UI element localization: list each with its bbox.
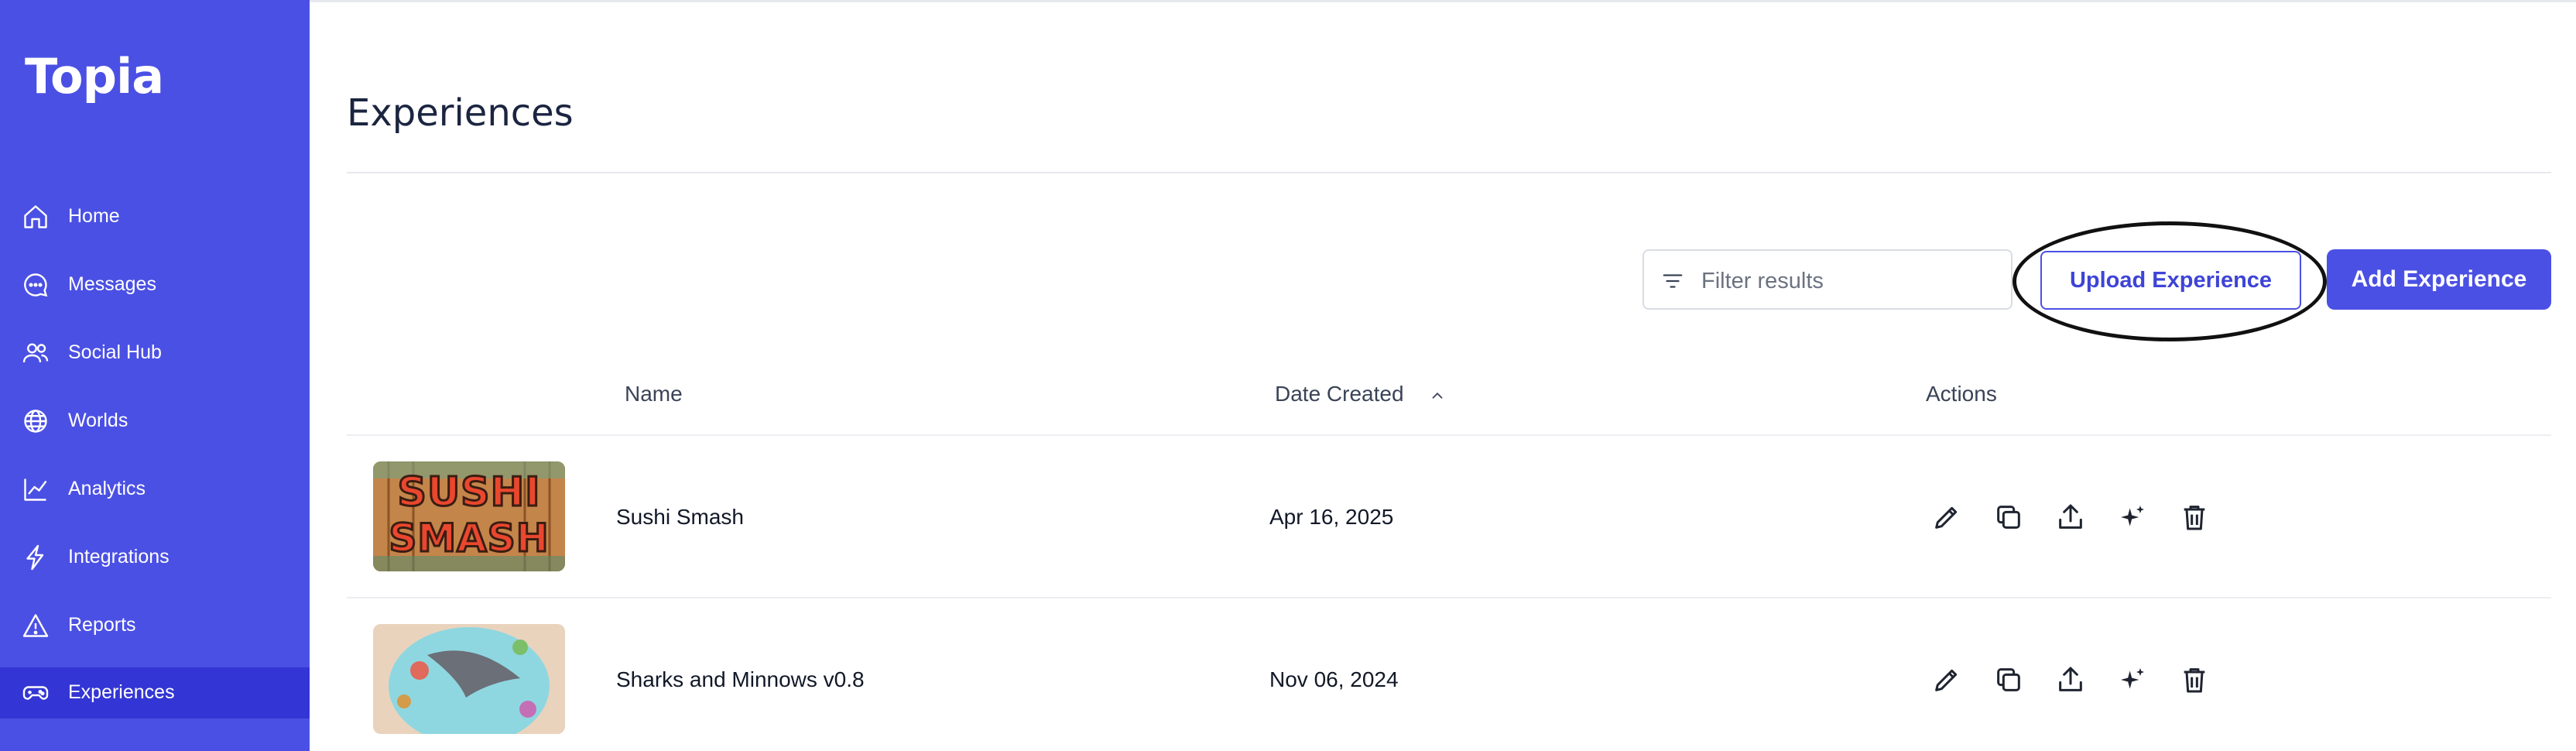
duplicate-icon — [1997, 506, 2020, 529]
upload-experience-button[interactable]: Upload Experience — [2040, 251, 2301, 310]
sidebar-item-experiences[interactable]: Experiences — [0, 667, 310, 718]
share-button[interactable] — [2055, 502, 2086, 533]
divider — [347, 172, 2551, 173]
sidebar-item-social-hub[interactable]: Social Hub — [0, 327, 310, 379]
share-icon — [2059, 504, 2082, 529]
sidebar-item-label: Home — [68, 205, 120, 227]
filter-field[interactable] — [1643, 249, 2012, 310]
sidebar-item-label: Worlds — [68, 410, 128, 431]
sparkles-icon — [2121, 668, 2144, 689]
sidebar-item-messages[interactable]: Messages — [0, 259, 310, 310]
experience-thumbnail[interactable] — [373, 624, 565, 734]
duplicate-button[interactable] — [1993, 502, 2024, 533]
divider — [347, 597, 2551, 598]
share-button[interactable] — [2055, 664, 2086, 695]
sidebar-item-analytics[interactable]: Analytics — [0, 464, 310, 515]
experience-date: Apr 16, 2025 — [1269, 505, 1394, 529]
chevron-up-icon[interactable] — [1429, 387, 1446, 404]
warning-icon — [22, 614, 49, 637]
sidebar: Topia Home Messages Social Hub Worlds An… — [0, 0, 310, 751]
trash-icon — [2184, 668, 2205, 693]
filter-input[interactable] — [1700, 265, 2005, 297]
bolt-icon — [26, 544, 44, 571]
delete-button[interactable] — [2179, 502, 2210, 533]
column-header-name[interactable]: Name — [625, 382, 683, 406]
page-title: Experiences — [347, 91, 574, 135]
delete-button[interactable] — [2179, 664, 2210, 695]
gamepad-icon — [22, 686, 49, 700]
experience-date: Nov 06, 2024 — [1269, 667, 1399, 691]
sidebar-item-worlds[interactable]: Worlds — [0, 396, 310, 447]
column-header-actions: Actions — [1926, 382, 1997, 406]
experience-name[interactable]: Sharks and Minnows v0.8 — [616, 667, 865, 692]
sparkles-button[interactable] — [2117, 502, 2148, 533]
sparkles-button[interactable] — [2117, 664, 2148, 695]
sparkles-icon — [2121, 506, 2144, 526]
chart-icon — [24, 478, 47, 501]
sidebar-item-home[interactable]: Home — [0, 191, 310, 242]
share-icon — [2059, 667, 2082, 691]
column-header-date-created[interactable]: Date Created — [1275, 382, 1404, 406]
sidebar-item-label: Reports — [68, 614, 136, 636]
add-experience-button[interactable]: Add Experience — [2327, 249, 2551, 310]
experience-thumbnail[interactable]: SUSHI SMASH — [373, 461, 565, 571]
divider — [347, 434, 2551, 436]
sidebar-item-reports[interactable]: Reports — [0, 600, 310, 651]
experience-name[interactable]: Sushi Smash — [616, 505, 744, 530]
trash-icon — [2184, 506, 2205, 530]
edit-icon — [1935, 506, 1958, 529]
edit-icon — [1935, 669, 1958, 691]
sidebar-item-label: Integrations — [68, 546, 170, 568]
sidebar-item-integrations[interactable]: Integrations — [0, 532, 310, 583]
edit-button[interactable] — [1931, 664, 1962, 695]
duplicate-icon — [1997, 668, 2020, 691]
thumbnail-text: SUSHI — [396, 468, 541, 517]
thumbnail-text: SMASH — [388, 515, 550, 562]
duplicate-button[interactable] — [1993, 664, 2024, 695]
sidebar-item-label: Social Hub — [68, 341, 162, 363]
globe-icon — [24, 410, 47, 433]
chat-icon — [24, 273, 48, 297]
home-icon — [24, 205, 47, 228]
sidebar-item-label: Analytics — [68, 478, 146, 499]
top-border — [310, 0, 2576, 2]
sidebar-item-label: Messages — [68, 273, 156, 295]
topia-logo[interactable]: Topia — [25, 48, 164, 105]
sidebar-item-label: Experiences — [68, 681, 175, 703]
edit-button[interactable] — [1931, 502, 1962, 533]
users-icon — [22, 343, 49, 363]
filter-icon — [1663, 274, 1683, 288]
